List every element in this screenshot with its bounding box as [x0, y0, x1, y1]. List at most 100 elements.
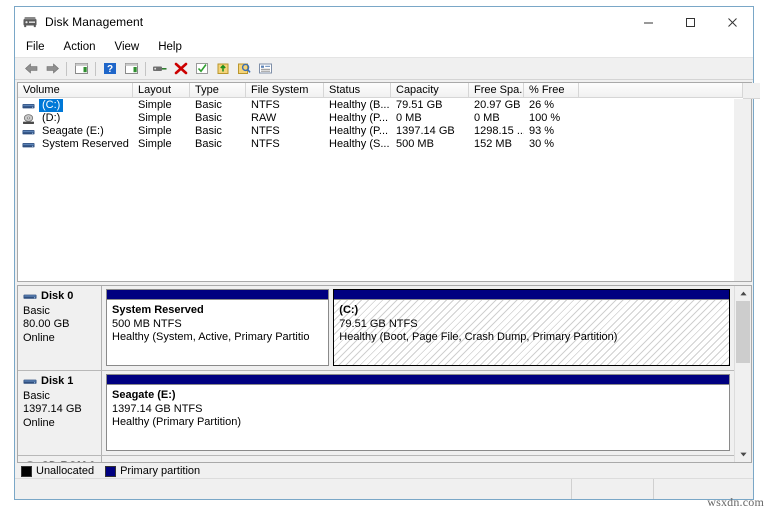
partition-name: (C:) — [339, 304, 359, 316]
volume-cell-name: System Reserved — [18, 138, 133, 151]
graphical-scroll-track[interactable] — [735, 301, 751, 447]
column-header--free[interactable]: % Free — [524, 83, 579, 98]
partition-bar: Seagate (E:) 1397.14 GB NTFS Healthy (Prim… — [102, 371, 734, 455]
rescan-disks-icon[interactable] — [150, 60, 170, 78]
volume-row[interactable]: System Reserved Simple Basic NTFS Healthy (S… — [18, 138, 734, 151]
volume-row[interactable]: Seagate (E:) Simple Basic NTFS Healthy (P...… — [18, 125, 734, 138]
volume-cell-free-space: 0 MB — [474, 112, 500, 124]
disk-title: CD-ROM 0 — [23, 460, 101, 462]
partition-details: (C:) 79.51 GB NTFS Healthy (Boot, Page Fil… — [334, 300, 729, 365]
volume-cell-percent-free: 30 % — [529, 138, 555, 150]
volume-cell-name: Seagate (E:) — [18, 125, 133, 138]
column-header-status[interactable]: Status — [324, 83, 391, 98]
window-title: Disk Management — [45, 15, 144, 29]
volume-scroll-down-icon[interactable] — [735, 266, 751, 281]
hard-disk-volume-icon — [22, 101, 35, 111]
graphical-view-pane: Disk 0 Basic 80.00 GB Online System Reserved… — [17, 285, 752, 463]
menu-view[interactable]: View — [113, 39, 148, 55]
disk-type-label: Basic — [23, 389, 50, 402]
partition-name: Seagate (E:) — [112, 389, 176, 401]
volume-name-label: (D:) — [42, 112, 61, 124]
new-volume-icon[interactable] — [213, 60, 233, 78]
volume-cell-type: Basic — [195, 125, 222, 137]
minimize-button[interactable] — [627, 7, 669, 37]
column-header-file-system[interactable]: File System — [246, 83, 324, 98]
disk-state-label: Online — [23, 416, 55, 429]
disk-icon — [23, 291, 37, 303]
toolbar-separator-2 — [95, 61, 96, 76]
menu-help[interactable]: Help — [156, 39, 190, 55]
maximize-button[interactable] — [669, 7, 711, 37]
volume-row[interactable]: (C:) Simple Basic NTFS Healthy (B... 79.51 GB… — [18, 99, 734, 112]
back-icon[interactable] — [21, 60, 41, 78]
window-controls — [627, 7, 753, 37]
volume-cell-capacity: 79.51 GB — [396, 99, 443, 111]
menu-file[interactable]: File — [24, 39, 53, 55]
partition-details: System Reserved 500 MB NTFS Healthy (Syste… — [107, 300, 328, 365]
show-hide-console-tree-icon[interactable] — [71, 60, 91, 78]
volume-list-rows: (C:) Simple Basic NTFS Healthy (B... 79.51 GB… — [18, 99, 734, 281]
volume-cell-status: Healthy (S... — [329, 138, 390, 150]
toolbar-separator-3 — [145, 61, 146, 76]
status-segment-2 — [571, 479, 653, 499]
graphical-scroll-thumb[interactable] — [736, 301, 750, 363]
partition-block[interactable]: Seagate (E:) 1397.14 GB NTFS Healthy (Prim… — [106, 374, 730, 451]
explore-icon[interactable] — [234, 60, 254, 78]
toolbar: ? — [15, 57, 753, 80]
column-header-layout[interactable]: Layout — [133, 83, 190, 98]
disk-info-panel[interactable]: CD-ROM 0DVD — [18, 456, 102, 462]
partition-block[interactable]: System Reserved 500 MB NTFS Healthy (Syste… — [106, 289, 330, 366]
close-button[interactable] — [711, 7, 753, 37]
volume-cell-type: Basic — [195, 138, 222, 150]
help-icon[interactable]: ? — [100, 60, 120, 78]
partition-block[interactable]: (C:) 79.51 GB NTFS Healthy (Boot, Page Fil… — [333, 289, 730, 366]
column-header-blank[interactable] — [579, 83, 743, 98]
legend-unallocated: Unallocated — [21, 465, 94, 477]
forward-icon[interactable] — [42, 60, 62, 78]
disk-type-label: Basic — [23, 304, 50, 317]
volume-list-scrollbar[interactable] — [734, 99, 751, 281]
disk-empty-area[interactable] — [102, 456, 734, 462]
column-header-free-spa[interactable]: Free Spa... — [469, 83, 524, 98]
volume-cell-file-system: NTFS — [251, 125, 280, 137]
volume-row[interactable]: (D:) Simple Basic RAW Healthy (P... 0 MB 0 MB 1… — [18, 112, 734, 125]
partition-status: Healthy (Primary Partition) — [112, 416, 241, 428]
volume-cell-type: Basic — [195, 99, 222, 111]
volume-list-header: Volume Layout Type File System Status Capacit… — [18, 83, 743, 98]
volume-list-header-corner — [743, 83, 760, 99]
list-view-icon[interactable] — [255, 60, 275, 78]
volume-scroll-up-icon[interactable] — [735, 99, 751, 114]
volume-scroll-track[interactable] — [735, 114, 751, 266]
column-header-capacity[interactable]: Capacity — [391, 83, 469, 98]
disk-info-panel[interactable]: Disk 1 Basic 1397.14 GB Online — [18, 371, 102, 455]
partition-status: Healthy (System, Active, Primary Partiti… — [112, 331, 310, 343]
graphical-view-scrollbar[interactable] — [734, 286, 751, 462]
disk-row[interactable]: Disk 1 Basic 1397.14 GB Online Seagate (E:) 1… — [18, 371, 734, 456]
disk-info-panel[interactable]: Disk 0 Basic 80.00 GB Online — [18, 286, 102, 370]
volume-cell-capacity: 1397.14 GB — [396, 125, 455, 137]
column-header-volume[interactable]: Volume — [18, 83, 133, 98]
volume-cell-free-space: 1298.15 ... — [474, 125, 524, 137]
disk-row[interactable]: CD-ROM 0DVD — [18, 456, 734, 462]
column-header-type[interactable]: Type — [190, 83, 246, 98]
partition-name: System Reserved — [112, 304, 204, 316]
volume-list-pane: Volume Layout Type File System Status Capacit… — [17, 82, 760, 282]
check-icon[interactable] — [192, 60, 212, 78]
partition-color-bar — [107, 290, 329, 300]
partition-size: 79.51 GB NTFS — [339, 317, 418, 330]
disk-row[interactable]: Disk 0 Basic 80.00 GB Online System Reserved… — [18, 286, 734, 371]
volume-cell-file-system: RAW — [251, 112, 277, 124]
delete-icon[interactable] — [171, 60, 191, 78]
volume-cell-capacity: 0 MB — [396, 112, 422, 124]
disk-name-label: Disk 0 — [41, 290, 74, 302]
graphical-scroll-down-icon[interactable] — [735, 447, 751, 462]
volume-name-label: (C:) — [39, 99, 64, 112]
volume-cell-layout: Simple — [138, 138, 172, 150]
graphical-scroll-up-icon[interactable] — [735, 286, 751, 301]
toolbar-separator-1 — [66, 61, 67, 76]
cdrom-icon — [23, 460, 37, 462]
menu-action[interactable]: Action — [62, 39, 104, 55]
svg-text:?: ? — [107, 64, 113, 75]
volume-cell-file-system: NTFS — [251, 99, 280, 111]
properties-icon[interactable] — [121, 60, 141, 78]
